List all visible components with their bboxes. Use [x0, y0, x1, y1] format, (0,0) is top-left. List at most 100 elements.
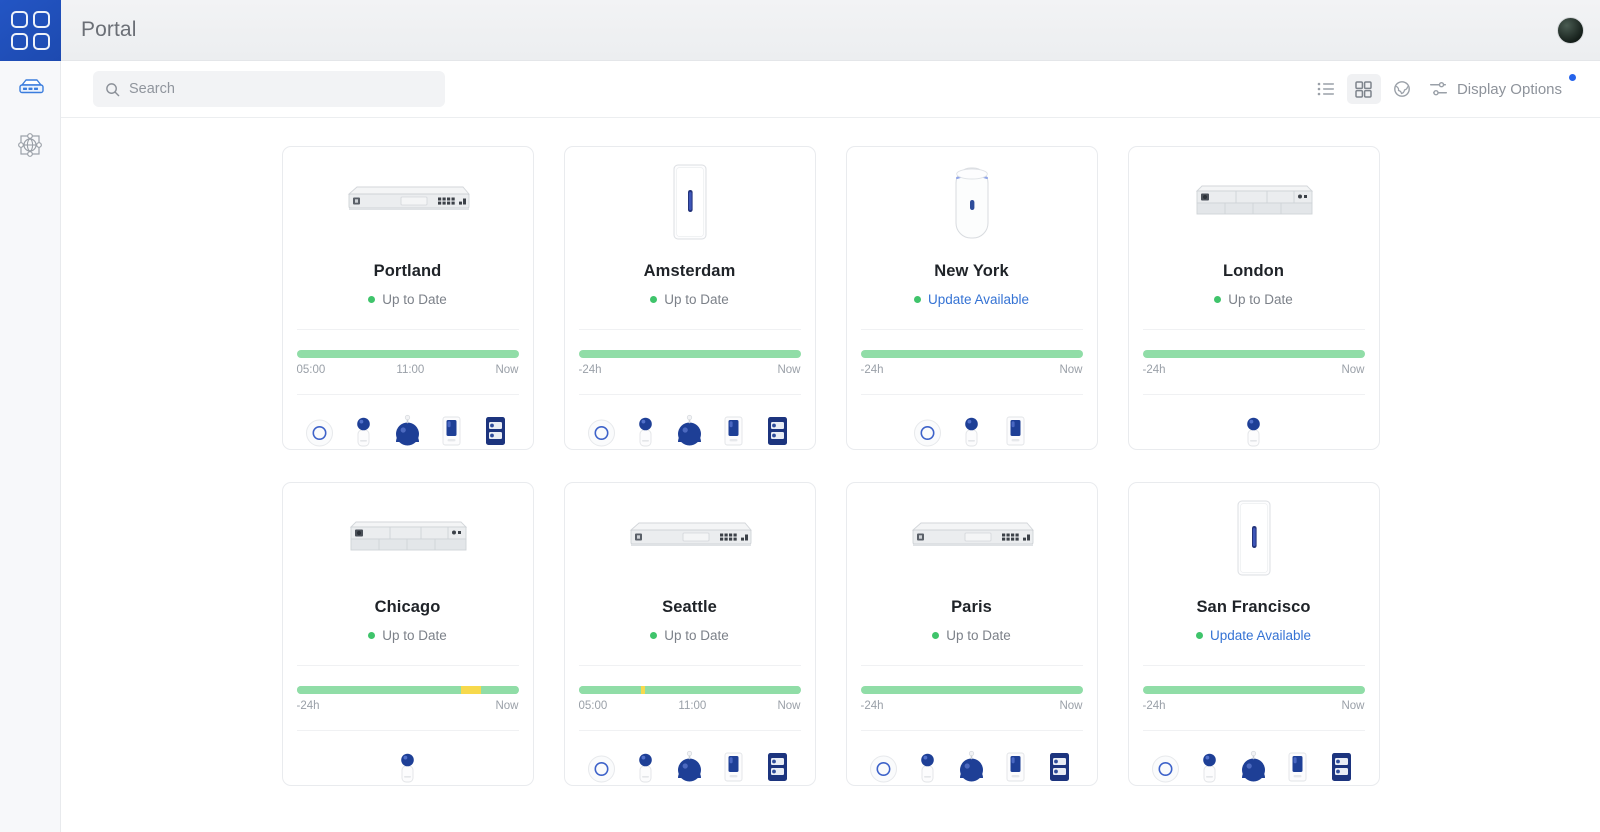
device-thumbnail[interactable] [630, 749, 661, 785]
status-badge: Up to Date [932, 628, 1011, 643]
site-card[interactable]: Seattle Up to Date 05:00 11:00 Now [563, 482, 816, 786]
device-thumbnail[interactable] [1326, 749, 1357, 785]
timeline-labels: -24h Now [579, 364, 801, 376]
device-thumbnail[interactable] [1000, 749, 1031, 785]
view-map[interactable] [1385, 74, 1419, 104]
device-thumbnail[interactable] [392, 749, 423, 785]
view-list[interactable] [1309, 74, 1343, 104]
device-thumbnail[interactable] [1238, 413, 1269, 449]
timeline-labels: -24h Now [1143, 700, 1365, 712]
timeline-label: 05:00 [296, 364, 326, 376]
rack-chassis-icon [1195, 185, 1313, 214]
site-card[interactable]: London Up to Date -24h Now [1127, 146, 1380, 450]
device-thumbnail[interactable] [762, 413, 793, 449]
uptime-timeline: -24h Now [1142, 665, 1365, 712]
device-thumbnail[interactable] [586, 413, 617, 449]
search-box[interactable] [93, 71, 445, 107]
status-dot-icon [650, 632, 658, 639]
sidebar-item-topology[interactable] [0, 117, 61, 173]
uptime-bar[interactable] [296, 686, 519, 694]
device-thumbnail[interactable] [868, 749, 899, 785]
status-badge: Up to Date [650, 292, 729, 307]
uptime-bar[interactable] [1142, 686, 1365, 694]
uptime-bar[interactable] [860, 350, 1083, 358]
topology-globe-icon [18, 133, 42, 157]
site-card[interactable]: Chicago Up to Date -24h Now [281, 482, 534, 786]
uptime-bar[interactable] [578, 686, 801, 694]
rack-chassis-icon [349, 521, 467, 550]
device-thumbnail[interactable] [674, 749, 705, 785]
display-options-button[interactable]: Display Options [1429, 73, 1576, 98]
search-icon [106, 82, 120, 96]
site-card[interactable]: San Francisco Update Available -24h Now [1127, 482, 1380, 786]
site-card[interactable]: New York Update Available -24h Now [845, 146, 1098, 450]
device-list [578, 394, 801, 449]
sidebar [0, 0, 61, 832]
device-thumbnail[interactable] [392, 413, 423, 449]
device-thumbnail[interactable] [956, 413, 987, 449]
uptime-bar-segment [645, 686, 801, 694]
device-thumbnail[interactable] [912, 749, 943, 785]
device-thumbnail[interactable] [586, 749, 617, 785]
site-card[interactable]: Amsterdam Up to Date -24h Now [563, 146, 816, 450]
site-card[interactable]: Paris Up to Date -24h Now [845, 482, 1098, 786]
site-hero-device [565, 147, 815, 256]
doorbell-icon [724, 752, 743, 782]
device-thumbnail[interactable] [304, 413, 335, 449]
site-name: Seattle [662, 598, 717, 616]
uptime-bar-segment [296, 686, 461, 694]
device-thumbnail[interactable] [1194, 749, 1225, 785]
display-options-label: Display Options [1456, 80, 1562, 98]
status-label[interactable]: Update Available [928, 292, 1029, 307]
avatar[interactable] [1557, 16, 1584, 44]
sidebar-item-network[interactable] [0, 61, 61, 117]
uptime-bar-segment [860, 686, 1083, 694]
status-label[interactable]: Update Available [1210, 628, 1311, 643]
uptime-bar[interactable] [296, 350, 519, 358]
device-thumbnail[interactable] [480, 413, 511, 449]
uptime-bar[interactable] [578, 350, 801, 358]
timeline-label: 11:00 [396, 364, 425, 376]
device-thumbnail[interactable] [718, 749, 749, 785]
uptime-bar[interactable] [1142, 350, 1365, 358]
doorbell-icon [1006, 752, 1025, 782]
view-grid[interactable] [1346, 74, 1381, 104]
device-thumbnail[interactable] [436, 413, 467, 449]
timeline-labels: -24h Now [297, 700, 519, 712]
uptime-timeline: 05:00 11:00 Now [578, 665, 801, 712]
timeline-labels: 05:00 11:00 Now [579, 700, 801, 712]
access-point-icon [306, 419, 333, 447]
device-thumbnail[interactable] [912, 413, 943, 449]
search-input[interactable] [129, 81, 433, 97]
site-hero-device [847, 147, 1097, 256]
timeline-label: 11:00 [678, 700, 707, 712]
device-thumbnail[interactable] [718, 413, 749, 449]
device-thumbnail[interactable] [348, 413, 379, 449]
notification-dot [1569, 73, 1576, 81]
status-dot-icon [368, 632, 376, 639]
device-thumbnail[interactable] [1044, 749, 1075, 785]
uptime-timeline: -24h Now [860, 665, 1083, 712]
site-name: Paris [951, 598, 992, 616]
device-thumbnail[interactable] [1150, 749, 1181, 785]
status-badge[interactable]: Update Available [1195, 628, 1311, 643]
uptime-bar-segment [296, 350, 519, 358]
site-name: New York [934, 262, 1009, 280]
site-name: Portland [373, 262, 442, 280]
site-card[interactable]: Portland Up to Date 05:00 11:00 Now [281, 146, 534, 450]
access-point-icon [914, 419, 941, 447]
device-thumbnail[interactable] [956, 749, 987, 785]
map-globe-icon [1394, 81, 1410, 97]
device-thumbnail[interactable] [630, 413, 661, 449]
uptime-bar[interactable] [860, 686, 1083, 694]
device-thumbnail[interactable] [674, 413, 705, 449]
site-hero-device [565, 483, 815, 592]
portal-logo[interactable] [0, 0, 61, 61]
device-thumbnail[interactable] [1000, 413, 1031, 449]
device-thumbnail[interactable] [762, 749, 793, 785]
device-thumbnail[interactable] [1282, 749, 1313, 785]
content-area: Portland Up to Date 05:00 11:00 Now Amsterda… [61, 118, 1600, 832]
title-bar: Portal [61, 0, 1600, 61]
status-badge[interactable]: Update Available [913, 292, 1029, 307]
device-thumbnail[interactable] [1238, 749, 1269, 785]
